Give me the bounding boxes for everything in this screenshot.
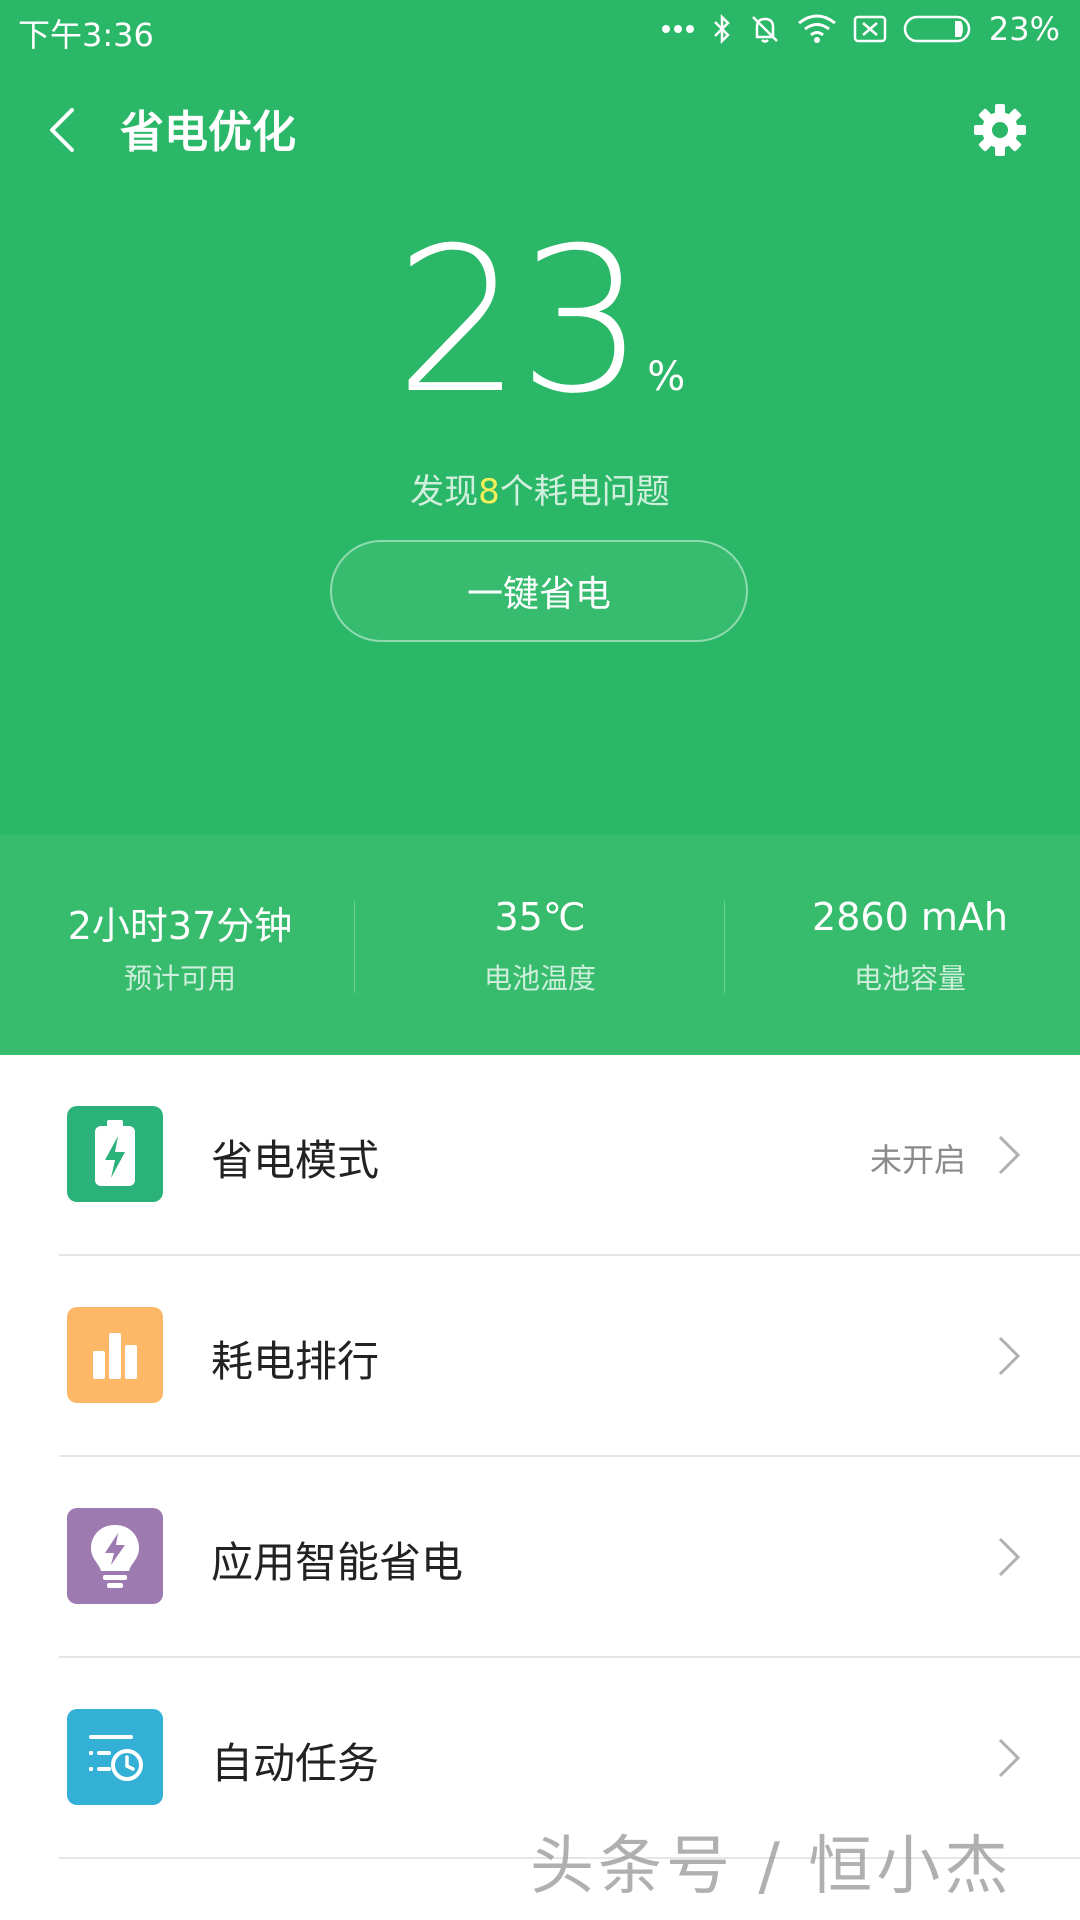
- menu-item-label: 省电模式: [211, 1136, 380, 1185]
- stat-value: 35℃: [494, 895, 586, 939]
- back-arrow-icon[interactable]: [44, 104, 84, 156]
- stat-divider: [354, 901, 355, 993]
- status-icons: 23%: [661, 10, 1060, 48]
- more-dots-icon: [661, 25, 694, 33]
- chevron-right-icon: [998, 1738, 1021, 1778]
- menu-item-app-smart-saving[interactable]: 应用智能省电: [0, 1457, 1080, 1658]
- bluetooth-icon: [713, 13, 730, 45]
- stat-estimated-time: 2小时37分钟 预计可用: [0, 835, 360, 1055]
- lightbulb-bolt-icon: [67, 1508, 163, 1604]
- mute-bell-icon: [751, 16, 778, 43]
- stat-battery-temperature: 35℃ 电池温度: [360, 835, 720, 1055]
- task-clock-icon: [67, 1709, 163, 1805]
- gear-icon[interactable]: [972, 102, 1028, 158]
- battery-icon: [903, 15, 971, 43]
- battery-percent-status: 23%: [988, 10, 1060, 48]
- wifi-icon: [797, 14, 836, 43]
- bar-chart-icon: [67, 1307, 163, 1403]
- stat-value: 2小时37分钟: [67, 904, 293, 948]
- menu-item-label: 应用智能省电: [211, 1538, 464, 1587]
- stat-battery-capacity: 2860 mAh 电池容量: [730, 835, 1080, 1055]
- stat-divider: [724, 901, 725, 993]
- chevron-right-icon: [998, 1135, 1021, 1175]
- battery-level-unit: %: [647, 354, 686, 400]
- app-bar: 省电优化: [0, 90, 1080, 170]
- menu-item-status: 未开启: [869, 1141, 966, 1179]
- sim-off-icon: [853, 15, 887, 43]
- issues-summary: 发现8个耗电问题: [0, 464, 1080, 513]
- issues-suffix: 个耗电问题: [499, 472, 670, 512]
- page-title: 省电优化: [120, 107, 296, 158]
- battery-level-value: 23: [394, 205, 645, 438]
- menu-item-label: 耗电排行: [211, 1337, 380, 1386]
- chevron-right-icon: [998, 1336, 1021, 1376]
- status-bar: 下午3:36 23%: [0, 0, 1080, 62]
- watermark: 头条号 / 恒小杰: [530, 1830, 1013, 1904]
- one-click-save-button[interactable]: 一键省电: [330, 540, 748, 642]
- battery-level-display: 23%: [0, 222, 1080, 422]
- stat-label: 电池温度: [483, 962, 596, 995]
- status-time: 下午3:36: [18, 16, 154, 54]
- battery-bolt-icon: [67, 1106, 163, 1202]
- issues-prefix: 发现: [410, 472, 479, 512]
- issues-count: 8: [478, 472, 500, 512]
- chevron-right-icon: [998, 1537, 1021, 1577]
- menu-item-power-saving-mode[interactable]: 省电模式 未开启: [0, 1055, 1080, 1256]
- stat-label: 电池容量: [853, 962, 966, 995]
- stat-value: 2860 mAh: [812, 895, 1008, 939]
- battery-stats: 2小时37分钟 预计可用 35℃ 电池温度 2860 mAh 电池容量: [0, 835, 1080, 1055]
- menu-item-label: 自动任务: [211, 1739, 380, 1788]
- menu-item-power-ranking[interactable]: 耗电排行: [0, 1256, 1080, 1457]
- settings-menu: 省电模式 未开启 耗电排行 应用智能省电 自动任务: [0, 1055, 1080, 1859]
- stat-label: 预计可用: [123, 962, 236, 995]
